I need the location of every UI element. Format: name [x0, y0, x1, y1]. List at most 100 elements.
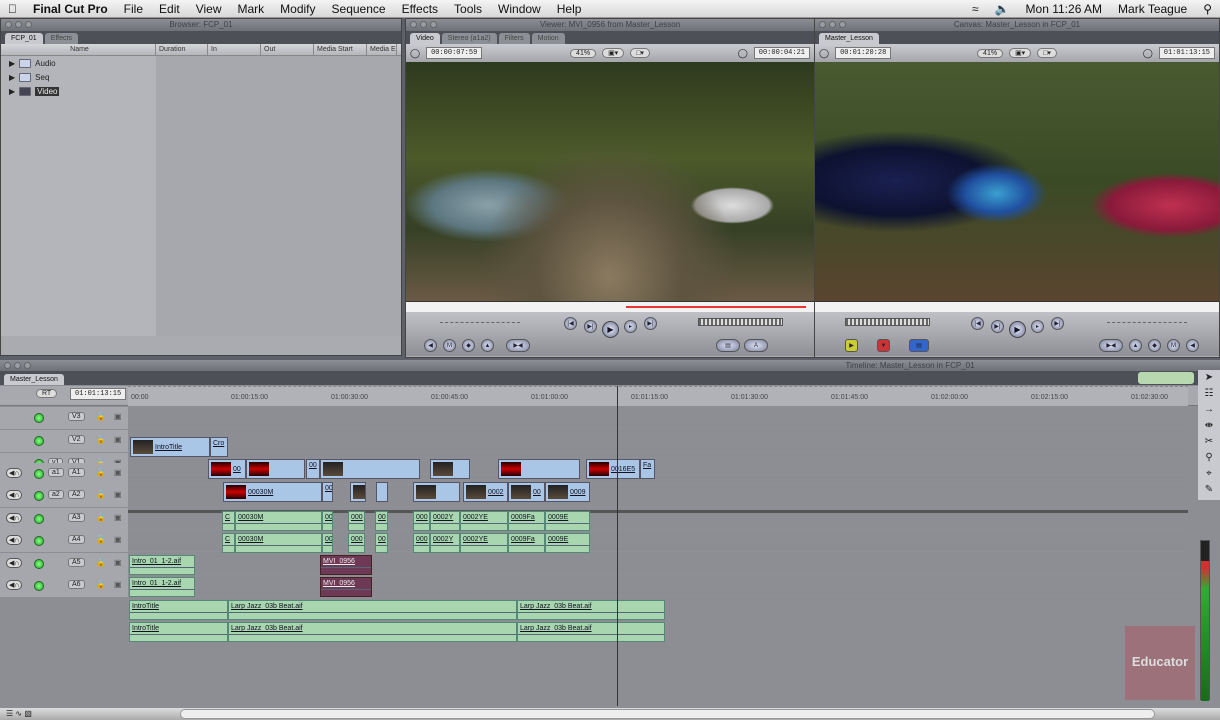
lock-icon[interactable]: 🔒: [96, 412, 106, 421]
disclosure-triangle-icon[interactable]: ▶: [9, 73, 15, 82]
track-visibility-toggle[interactable]: [34, 558, 44, 569]
mark-clip-button[interactable]: M: [1167, 339, 1180, 352]
add-marker-button[interactable]: ◆: [1148, 339, 1161, 352]
timeline-scrollbar[interactable]: ☰ ∿ ▧: [0, 708, 1220, 720]
col-media-end[interactable]: Media E: [367, 44, 397, 55]
minimize-button[interactable]: [14, 362, 21, 369]
source-control[interactable]: a2: [48, 490, 64, 500]
video-clip[interactable]: IntroTitle: [130, 437, 210, 457]
view-popup[interactable]: ▣▾: [602, 48, 625, 58]
razor-tool-icon[interactable]: ✂: [1198, 434, 1220, 450]
wifi-icon[interactable]: ≈: [964, 2, 987, 16]
auto-select-icon[interactable]: ▣: [114, 435, 122, 444]
minimize-button[interactable]: [15, 21, 22, 28]
audio-clip[interactable]: Larp Jazz_03b Beat.aif: [228, 600, 517, 620]
mark-in-button[interactable]: ▲: [481, 339, 494, 352]
canvas-timecode[interactable]: 01:01:13:15: [1158, 47, 1215, 59]
tab-master-lesson[interactable]: Master_Lesson: [4, 374, 64, 385]
track-display-buttons[interactable]: [1138, 372, 1194, 384]
audio-clip[interactable]: 0009Fa: [508, 511, 545, 531]
lock-icon[interactable]: 🔒: [96, 468, 106, 477]
menu-app[interactable]: Final Cut Pro: [25, 2, 116, 16]
viewer-scrubber[interactable]: [406, 301, 814, 312]
user-name[interactable]: Mark Teague: [1110, 2, 1195, 16]
close-button[interactable]: [410, 21, 417, 28]
rt-popup[interactable]: RT: [36, 389, 58, 398]
video-clip[interactable]: [430, 459, 470, 479]
auto-select-icon[interactable]: ▣: [114, 490, 122, 499]
video-clip[interactable]: 00: [306, 459, 320, 479]
shuttle-slider[interactable]: [440, 322, 520, 328]
source-control[interactable]: a1: [48, 468, 64, 477]
auto-select-icon[interactable]: ▣: [114, 513, 122, 522]
video-clip[interactable]: 00: [208, 459, 246, 479]
video-clip[interactable]: [246, 459, 305, 479]
col-name[interactable]: Name: [1, 44, 156, 55]
audio-clip[interactable]: 0009Fa: [508, 533, 545, 553]
tab-fcp01[interactable]: FCP_01: [5, 33, 43, 44]
audio-clip[interactable]: 0002YE: [460, 533, 508, 553]
apple-icon[interactable]: : [0, 2, 25, 16]
audio-clip[interactable]: 00: [322, 511, 333, 531]
audio-clip[interactable]: 0009E: [545, 533, 590, 553]
video-clip[interactable]: [320, 459, 420, 479]
jog-control[interactable]: [845, 318, 930, 326]
menu-window[interactable]: Window: [490, 2, 549, 16]
canvas-zoom-popup[interactable]: 41%: [977, 48, 1004, 58]
menu-sequence[interactable]: Sequence: [324, 2, 394, 16]
browser-item-video[interactable]: ▶ Video: [1, 84, 401, 98]
tab-motion[interactable]: Motion: [531, 33, 565, 44]
play-in-to-out-button[interactable]: ▶|: [991, 320, 1004, 333]
audio-clip[interactable]: 0009E: [545, 511, 590, 531]
col-duration[interactable]: Duration: [156, 44, 208, 55]
video-clip[interactable]: 00030M: [223, 482, 322, 502]
lock-icon[interactable]: 🔒: [96, 558, 106, 567]
edit-selection-tool-icon[interactable]: ☷: [1198, 386, 1220, 402]
overlay-popup[interactable]: □▾: [630, 48, 650, 58]
view-popup[interactable]: ▣▾: [1009, 48, 1032, 58]
col-media-start[interactable]: Media Start: [314, 44, 367, 55]
audio-clip[interactable]: 00: [375, 511, 388, 531]
volume-icon[interactable]: 🔈: [987, 2, 1018, 16]
auto-select-icon[interactable]: ▣: [114, 468, 122, 477]
destination-control[interactable]: A3: [68, 512, 85, 522]
tab-video[interactable]: Video: [410, 33, 440, 44]
audio-clip[interactable]: 000: [348, 511, 365, 531]
match-frame-button[interactable]: ◀: [424, 339, 437, 352]
previous-edit-button[interactable]: |◀: [971, 317, 984, 330]
audio-clip[interactable]: C: [222, 511, 235, 531]
menu-edit[interactable]: Edit: [151, 2, 188, 16]
col-in[interactable]: In: [208, 44, 261, 55]
next-edit-button[interactable]: ▶|: [1051, 317, 1064, 330]
generator-popup[interactable]: A: [744, 339, 768, 352]
minimize-button[interactable]: [420, 21, 427, 28]
audio-clip[interactable]: 00: [375, 533, 388, 553]
audio-clip[interactable]: Intro_01_1-2.aif: [129, 555, 195, 575]
mark-in-out-button[interactable]: ▶◀: [1099, 339, 1123, 352]
menu-modify[interactable]: Modify: [272, 2, 323, 16]
track-visibility-toggle[interactable]: [34, 469, 44, 479]
video-clip[interactable]: 0016E5: [586, 459, 640, 479]
track-visibility-toggle[interactable]: [34, 491, 44, 502]
video-clip[interactable]: [413, 482, 460, 502]
audio-clip[interactable]: 00030M: [235, 511, 322, 531]
audio-clip[interactable]: Larp Jazz_03b Beat.aif: [228, 622, 517, 642]
spotlight-icon[interactable]: ⚲: [1195, 2, 1220, 16]
canvas-video-frame[interactable]: [815, 62, 1219, 301]
track-select-tool-icon[interactable]: →: [1198, 402, 1220, 418]
close-button[interactable]: [819, 21, 826, 28]
play-button[interactable]: ▶: [1009, 321, 1026, 338]
destination-control[interactable]: A2: [68, 490, 85, 500]
replace-edit-button[interactable]: ▤: [909, 339, 929, 352]
tab-stereo[interactable]: Stereo (a1a2): [441, 33, 497, 44]
destination-control[interactable]: A4: [68, 535, 85, 545]
lock-icon[interactable]: 🔒: [96, 580, 106, 589]
video-clip[interactable]: 00: [322, 482, 333, 502]
menu-mark[interactable]: Mark: [230, 2, 273, 16]
video-clip[interactable]: 0009: [545, 482, 590, 502]
audio-clip[interactable]: 00: [322, 533, 333, 553]
jog-control[interactable]: [698, 318, 783, 326]
audio-solo-mute-icon[interactable]: ◀∩: [6, 535, 23, 546]
crop-tool-icon[interactable]: ⌖: [1198, 466, 1220, 482]
audio-clip[interactable]: 000: [413, 533, 430, 553]
